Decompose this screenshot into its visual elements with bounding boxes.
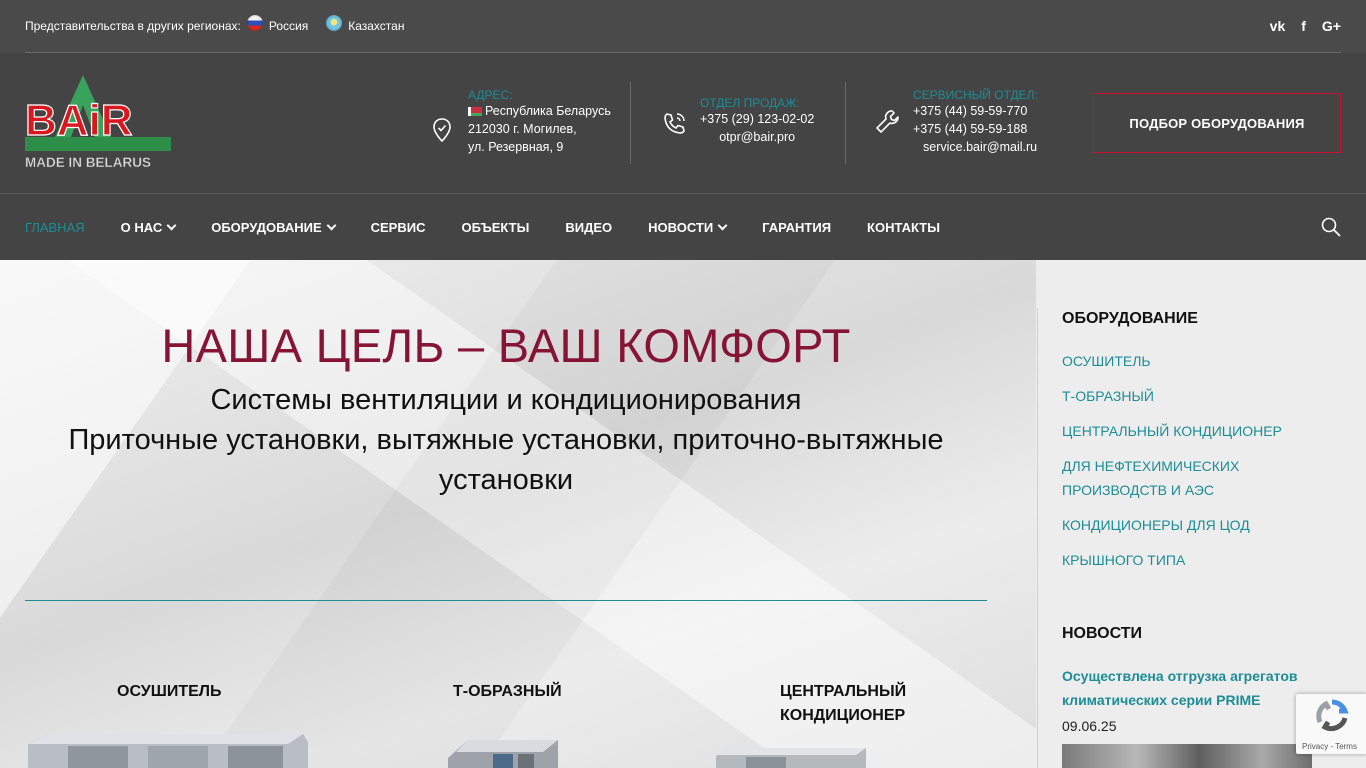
sidebar-link-t-shaped[interactable]: Т-ОБРАЗНЫЙ [1062, 384, 1154, 408]
wrench-icon [876, 110, 899, 133]
nav-item-home[interactable]: ГЛАВНАЯ [25, 220, 85, 235]
nav-item-contacts[interactable]: КОНТАКТЫ [867, 220, 940, 235]
nav-item-objects[interactable]: ОБЪЕКТЫ [461, 220, 529, 235]
news-item-image[interactable] [1062, 744, 1312, 768]
product-title-central-ac[interactable]: ЦЕНТРАЛЬНЫЙ КОНДИЦИОНЕР [780, 680, 906, 728]
product-image-central-ac[interactable] [716, 748, 866, 768]
service-label: СЕРВИСНЫЙ ОТДЕЛ: [913, 88, 1038, 102]
sidebar-link-rooftop[interactable]: КРЫШНОГО ТИПА [1062, 548, 1185, 572]
sales-block: ОТДЕЛ ПРОДАЖ: +375 (29) 123-02-02 otpr@b… [660, 96, 814, 146]
product-image-t-shaped[interactable] [448, 738, 558, 768]
hero-subtitle-line: установки [438, 464, 574, 496]
product-title-t-shaped[interactable]: Т-ОБРАЗНЫЙ [453, 680, 562, 704]
main-nav: ГЛАВНАЯ О НАС ОБОРУДОВАНИЕ СЕРВИС ОБЪЕКТ… [0, 193, 1366, 260]
sidebar-link-data-center[interactable]: КОНДИЦИОНЕРЫ ДЛЯ ЦОД [1062, 513, 1250, 537]
news-item-date: 09.06.25 [1062, 718, 1117, 734]
contact-divider [630, 82, 631, 164]
hero-title: НАША ЦЕЛЬ – ВАШ КОМФОРТ [161, 319, 851, 372]
contact-divider [845, 82, 846, 164]
map-pin-icon [433, 118, 451, 143]
chevron-down-icon [326, 220, 337, 230]
sidebar-link-petrochemical[interactable]: ДЛЯ НЕФТЕХИМИЧЕСКИХ ПРОИЗВОДСТВ И АЭС [1062, 454, 1239, 502]
service-phone-1-link[interactable]: +375 (44) 59-59-770 [913, 102, 1038, 120]
hero-subtitle-line: Системы вентиляции и кондиционирования [210, 384, 802, 416]
address-line-city: 212030 г. Могилев, [468, 122, 577, 136]
russia-flag-icon [246, 15, 263, 31]
top-bar: Представительства в других регионах: Рос… [0, 0, 1366, 53]
chevron-down-icon [166, 220, 177, 230]
header: BAiR MADE IN BELARUS АДРЕС: Республика Б… [0, 53, 1366, 193]
top-bar-inner: Представительства в других регионах: Рос… [25, 0, 1341, 53]
region-link-russia[interactable]: Россия [269, 19, 308, 33]
chevron-down-icon [717, 220, 728, 230]
nav-item-service[interactable]: СЕРВИС [371, 220, 426, 235]
sidebar-link-dehumidifier[interactable]: ОСУШИТЕЛЬ [1062, 349, 1151, 373]
logo-tagline: MADE IN BELARUS [25, 155, 151, 170]
main-content: НАША ЦЕЛЬ – ВАШ КОМФОРТ Системы вентиляц… [0, 260, 1036, 768]
pick-equipment-button[interactable]: ПОДБОР ОБОРУДОВАНИЯ [1093, 93, 1341, 153]
bair-logo-icon: BAiR MADE IN BELARUS [25, 75, 171, 170]
phone-icon [664, 113, 685, 134]
service-block: СЕРВИСНЫЙ ОТДЕЛ: +375 (44) 59-59-770 +37… [873, 88, 1038, 156]
address-label: АДРЕС: [468, 88, 513, 102]
service-email-link[interactable]: service.bair@mail.ru [913, 138, 1038, 156]
hero-subtitle: Системы вентиляции и кондиционирования П… [40, 380, 972, 500]
hero-subtitle-line: Приточные установки, вытяжные установки,… [68, 424, 944, 456]
region-link-kazakhstan[interactable]: Казахстан [348, 19, 404, 33]
sales-email-link[interactable]: otpr@bair.pro [700, 128, 814, 146]
service-phone-2-link[interactable]: +375 (44) 59-59-188 [913, 120, 1038, 138]
sidebar-link-central-ac[interactable]: ЦЕНТРАЛЬНЫЙ КОНДИЦИОНЕР [1062, 419, 1282, 443]
regions-label: Представительства в других регионах: [25, 19, 241, 33]
nav-item-warranty[interactable]: ГАРАНТИЯ [762, 220, 831, 235]
product-title-dehumidifier[interactable]: ОСУШИТЕЛЬ [117, 680, 222, 704]
search-icon[interactable] [1321, 217, 1341, 237]
recaptcha-icon [1316, 699, 1349, 732]
address-block: АДРЕС: Республика Беларусь 212030 г. Мог… [428, 88, 611, 156]
product-image-dehumidifier[interactable] [28, 734, 308, 768]
sidebar: ОБОРУДОВАНИЕ ОСУШИТЕЛЬ Т-ОБРАЗНЫЙ ЦЕНТРА… [1036, 260, 1366, 768]
sales-phone-link[interactable]: +375 (29) 123-02-02 [700, 110, 814, 128]
sidebar-news-heading: НОВОСТИ [1062, 625, 1143, 642]
regions: Представительства в других регионах: Рос… [25, 15, 416, 34]
address-line-country: Республика Беларусь [468, 102, 611, 120]
social-links: vk f G+ [1270, 18, 1341, 34]
nav-item-news[interactable]: НОВОСТИ [648, 220, 728, 235]
section-divider [25, 600, 987, 601]
sidebar-divider [1037, 308, 1038, 768]
vk-icon[interactable]: vk [1270, 18, 1286, 34]
nav-item-video[interactable]: ВИДЕО [565, 220, 612, 235]
address-line-street: ул. Резервная, 9 [468, 140, 564, 154]
facebook-icon[interactable]: f [1301, 18, 1306, 34]
recaptcha-badge[interactable]: Privacy - Terms [1296, 694, 1366, 754]
news-item-title[interactable]: Осуществлена отгрузка агрегатов климатич… [1062, 664, 1312, 712]
google-plus-icon[interactable]: G+ [1322, 18, 1341, 34]
nav-item-equipment[interactable]: ОБОРУДОВАНИЕ [211, 220, 337, 235]
kazakhstan-flag-icon [326, 15, 343, 31]
belarus-flag-icon [468, 107, 482, 116]
nav-item-about[interactable]: О НАС [121, 220, 177, 235]
recaptcha-links[interactable]: Privacy - Terms [1302, 742, 1357, 751]
nav-list: ГЛАВНАЯ О НАС ОБОРУДОВАНИЕ СЕРВИС ОБЪЕКТ… [25, 194, 976, 260]
sales-label: ОТДЕЛ ПРОДАЖ: [700, 96, 800, 110]
logo[interactable]: BAiR MADE IN BELARUS [25, 75, 175, 175]
sidebar-equipment-heading: ОБОРУДОВАНИЕ [1062, 310, 1198, 327]
